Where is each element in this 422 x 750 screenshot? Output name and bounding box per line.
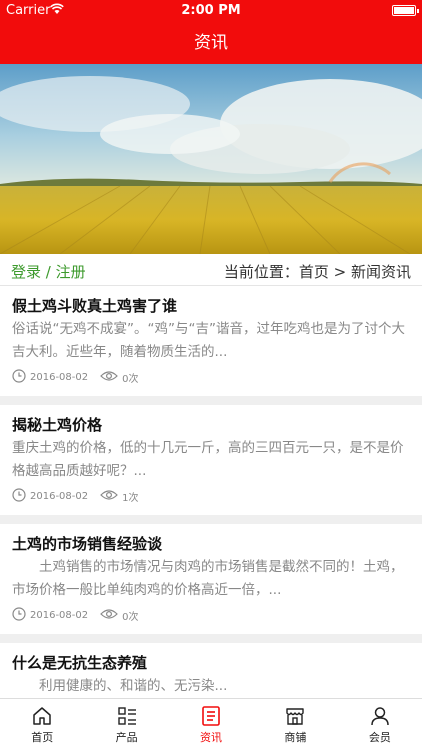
breadcrumb: 当前位置：首页 > 新闻资讯 [224,261,411,282]
login-link[interactable]: 登录 [11,263,41,281]
article-date: 2016-08-02 [30,610,89,621]
list-item[interactable]: 揭秘土鸡价格 重庆土鸡的价格，低的十几元一斤，高的三四百元一只，是不是价格越高品… [0,405,422,515]
tab-label: 商铺 [284,731,307,744]
page-title: 资讯 [0,22,422,64]
tab-products[interactable]: 产品 [84,699,168,750]
auth-links: 登录 / 注册 [11,261,86,282]
article-summary: 利用健康的、和谐的、无污染... [12,678,228,694]
article-views: 1次 [122,493,139,504]
auth-separator: / [41,263,56,281]
article-title[interactable]: 土鸡的市场销售经验谈 [12,533,162,554]
list-item[interactable]: 假土鸡斗败真土鸡害了谁 俗话说“无鸡不成宴”。“鸡”与“吉”谐音，过年吃鸡也是为… [0,286,422,396]
battery-icon [392,5,419,16]
article-views: 0次 [122,612,139,623]
article-title[interactable]: 什么是无抗生态养殖 [12,652,147,673]
tab-home[interactable]: 首页 [0,699,84,750]
list-icon [117,707,136,725]
article-summary: 重庆土鸡的价格，低的十几元一斤，高的三四百元一只，是不是价格越高品质越好呢？..… [12,440,404,479]
clock-icon [12,488,26,505]
eye-icon [100,489,118,504]
tab-news[interactable]: 资讯 [169,699,253,750]
eye-icon [100,370,118,385]
clock-icon [12,607,26,624]
tab-member[interactable]: 会员 [338,699,422,750]
tab-label: 产品 [115,731,138,744]
clock-icon [12,369,26,386]
article-title[interactable]: 假土鸡斗败真土鸡害了谁 [12,295,177,316]
article-date: 2016-08-02 [30,491,89,502]
tab-label: 首页 [31,731,54,744]
article-meta: 2016-08-02 0次 [12,607,139,624]
tab-label: 会员 [368,731,391,744]
article-meta: 2016-08-02 0次 [12,369,139,386]
list-item[interactable]: 土鸡的市场销售经验谈 土鸡销售的市场情况与肉鸡的市场销售是截然不同的！土鸡，市场… [0,524,422,634]
status-bar: Carrier 2:00 PM [0,0,422,22]
breadcrumb-current: 新闻资讯 [350,263,411,281]
article-summary: 土鸡销售的市场情况与肉鸡的市场销售是截然不同的！土鸡，市场价格一般比单纯肉鸡的价… [12,559,404,598]
shop-icon [286,708,305,725]
article-views: 0次 [122,374,139,385]
eye-icon [100,608,118,623]
tab-bar: 首页 产品 资讯 商铺 会员 [0,698,422,750]
news-icon [202,706,220,726]
article-date: 2016-08-02 [30,372,89,383]
location-bar: 登录 / 注册 当前位置：首页 > 新闻资讯 [0,254,422,286]
register-link[interactable]: 注册 [56,263,86,281]
clock: 2:00 PM [181,3,241,18]
breadcrumb-home[interactable]: 首页 [299,263,329,281]
article-summary: 俗话说“无鸡不成宴”。“鸡”与“吉”谐音，过年吃鸡也是为了讨个大吉大利。近些年，… [12,321,405,360]
breadcrumb-arrow: > [328,263,351,281]
article-title[interactable]: 揭秘土鸡价格 [12,414,102,435]
list-item[interactable]: 什么是无抗生态养殖 利用健康的、和谐的、无污染... [0,643,422,703]
home-icon [33,707,51,725]
banner-image [0,64,422,254]
user-icon [371,707,389,726]
article-meta: 2016-08-02 1次 [12,488,139,505]
breadcrumb-prefix: 当前位置： [223,263,299,281]
tab-shop[interactable]: 商铺 [253,699,337,750]
tab-label: 资讯 [200,731,223,744]
